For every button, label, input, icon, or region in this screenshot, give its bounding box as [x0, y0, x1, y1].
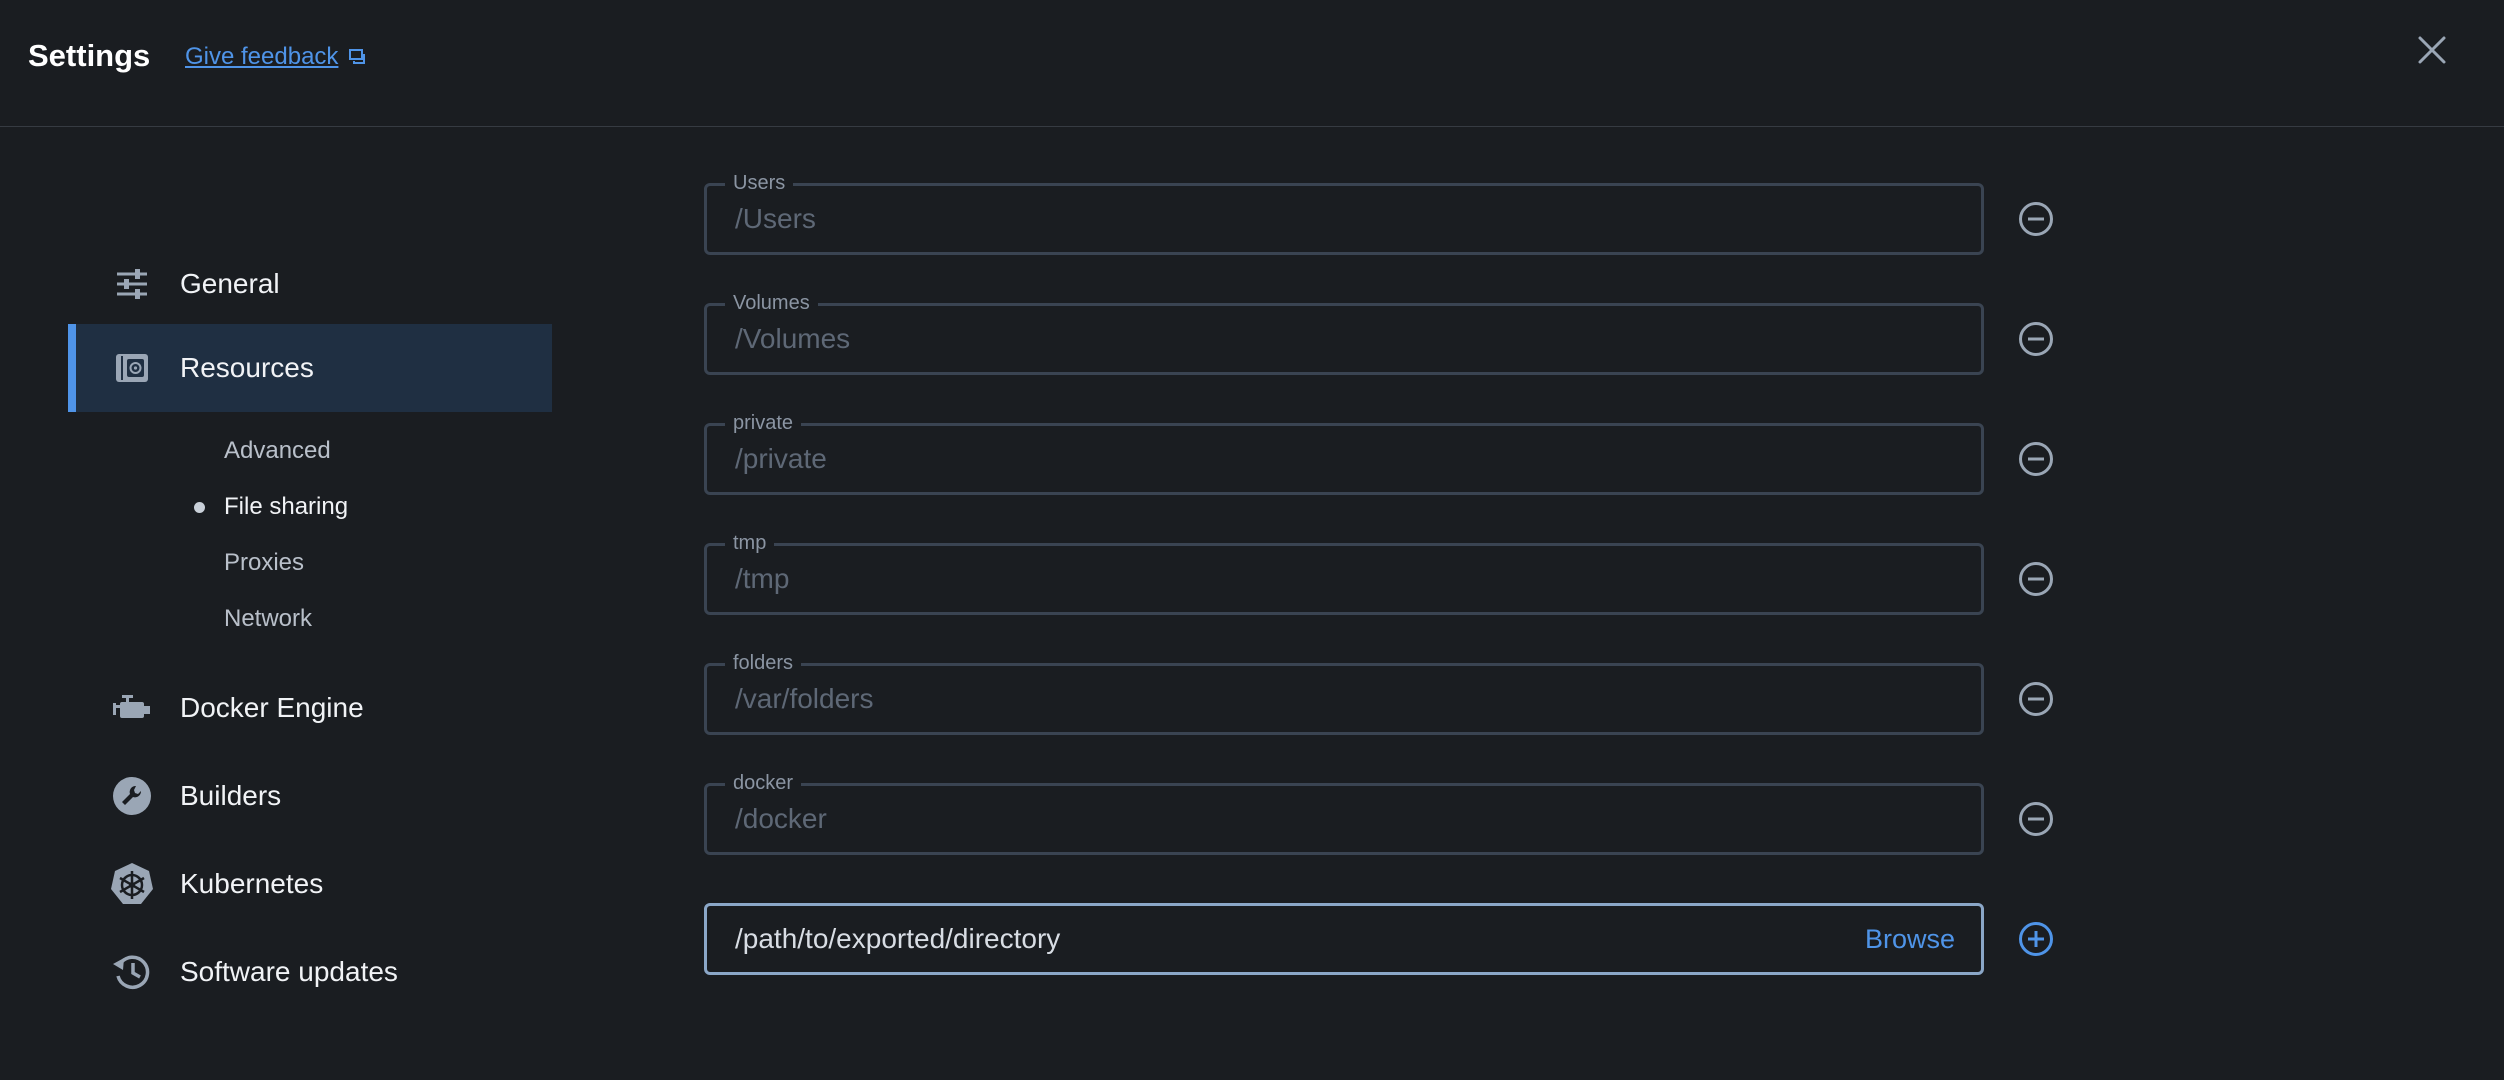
minus-circle-icon [2019, 202, 2053, 236]
give-feedback-link[interactable]: Give feedback [185, 40, 368, 74]
helm-icon [110, 862, 154, 906]
remove-path-button[interactable] [2018, 801, 2054, 837]
wrench-icon [110, 774, 154, 818]
sidebar-item-general[interactable]: General [68, 240, 552, 328]
sidebar-subitem-label: Proxies [224, 549, 305, 576]
remove-path-button[interactable] [2018, 201, 2054, 237]
sidebar-item-docker-engine[interactable]: Docker Engine [68, 664, 552, 752]
sidebar-subitem-label: Advanced [224, 437, 331, 464]
shared-path-field: Volumes /Volumes [704, 292, 1984, 375]
sidebar-item-kubernetes[interactable]: Kubernetes [68, 840, 552, 928]
feedback-icon [349, 49, 366, 64]
sidebar-subitem-label: File sharing [224, 493, 349, 520]
history-icon [110, 950, 154, 994]
sidebar-item-label: Software updates [180, 956, 398, 987]
shared-path-value: /var/folders [735, 683, 874, 714]
minus-circle-icon [2019, 802, 2053, 836]
sidebar-subitem-network[interactable]: Network [68, 594, 552, 644]
add-path-button[interactable] [2018, 921, 2054, 957]
minus-circle-icon [2019, 682, 2053, 716]
sidebar-item-label: Docker Engine [180, 692, 364, 723]
shared-path-value: /Volumes [735, 323, 851, 354]
sliders-icon [110, 262, 154, 306]
remove-path-button[interactable] [2018, 321, 2054, 357]
page-title: Settings [28, 38, 151, 73]
shared-path-field: docker /docker [704, 772, 1984, 855]
minus-circle-icon [2019, 562, 2053, 596]
close-icon [2418, 36, 2446, 64]
resources-icon [110, 346, 154, 390]
plus-circle-icon [2019, 922, 2053, 956]
sidebar-subitem-advanced[interactable]: Advanced [68, 426, 552, 476]
sidebar-subitem-proxies[interactable]: Proxies [68, 538, 552, 588]
sidebar-item-label: Builders [180, 780, 282, 811]
shared-path-field: tmp /tmp [704, 532, 1984, 615]
sidebar-item-software-updates[interactable]: Software updates [68, 928, 552, 1016]
shared-path-value: /docker [735, 803, 827, 834]
shared-path-value: /tmp [735, 563, 790, 594]
remove-path-button[interactable] [2018, 681, 2054, 717]
minus-circle-icon [2019, 322, 2053, 356]
close-button[interactable] [2410, 28, 2454, 72]
sidebar-item-label: Resources [180, 352, 314, 383]
remove-path-button[interactable] [2018, 441, 2054, 477]
current-indicator-dot [194, 501, 205, 513]
shared-path-field: private /private [704, 412, 1984, 495]
shared-path-value: /Users [735, 203, 816, 234]
sidebar-item-resources[interactable]: Resources [68, 324, 552, 412]
shared-path-field: folders /var/folders [704, 652, 1984, 735]
minus-circle-icon [2019, 442, 2053, 476]
browse-button[interactable]: Browse [1865, 906, 1955, 972]
give-feedback-label: Give feedback [185, 43, 339, 70]
remove-path-button[interactable] [2018, 561, 2054, 597]
shared-path-field: Users /Users [704, 172, 1984, 255]
shared-path-value: /private [735, 443, 827, 474]
engine-icon [110, 686, 154, 730]
new-path-input[interactable] [707, 906, 1981, 972]
settings-header: Settings Give feedback [0, 0, 2504, 127]
sidebar-item-label: General [180, 268, 280, 299]
new-path-field: Browse [704, 903, 1984, 975]
sidebar-subitem-file-sharing[interactable]: File sharing [68, 482, 552, 532]
sidebar-item-builders[interactable]: Builders [68, 752, 552, 840]
sidebar-item-label: Kubernetes [180, 868, 324, 899]
sidebar-subitem-label: Network [224, 605, 313, 632]
